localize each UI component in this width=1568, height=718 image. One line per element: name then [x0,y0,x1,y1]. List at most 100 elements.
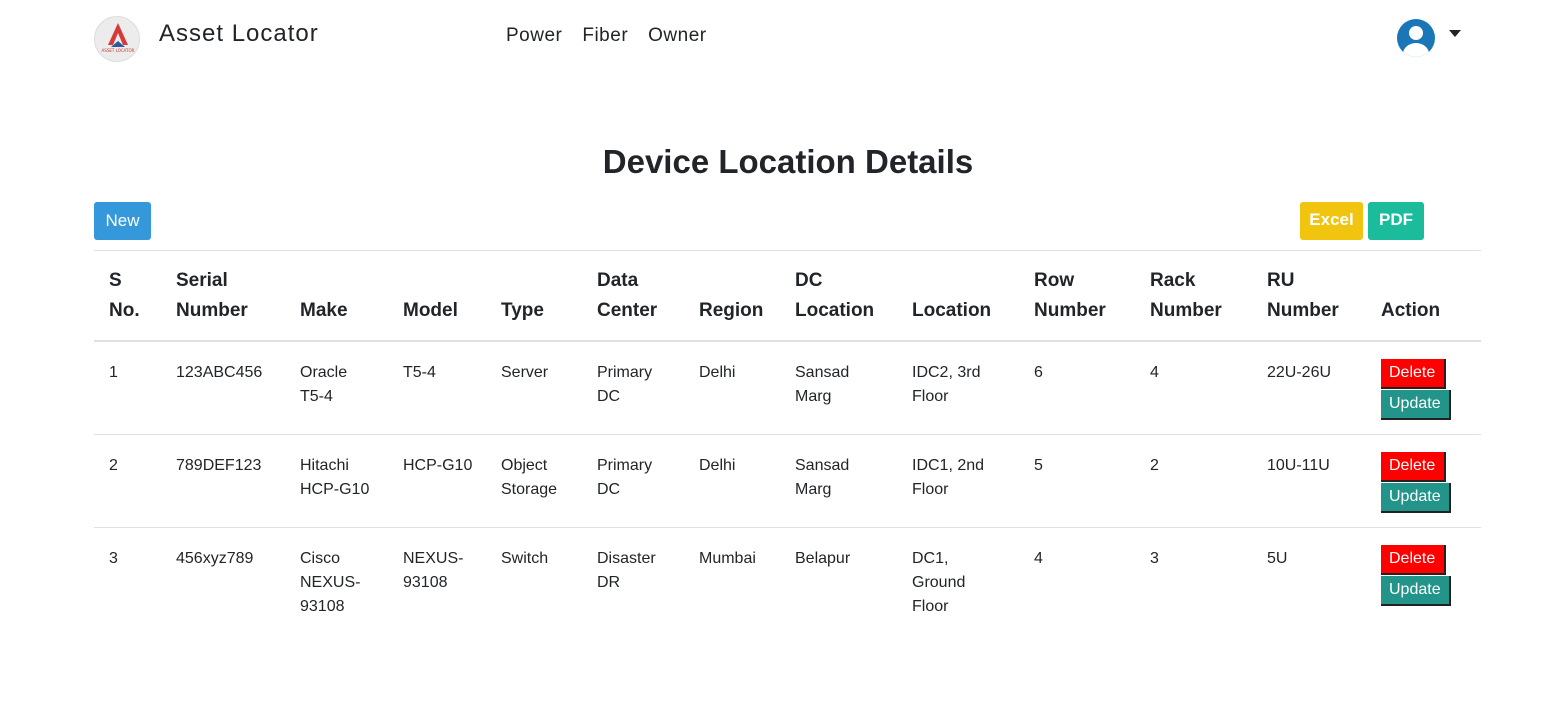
cell-location: DC1, Ground Floor [897,527,1019,620]
cell-action: Delete Update [1366,527,1481,620]
cell-text: Delhi [699,364,736,381]
cell-ru-number: 10U-11U [1252,434,1366,528]
caret-down-icon[interactable] [1449,30,1461,37]
header-label: No. [109,300,140,321]
device-table: S No. Serial Number Make Model Type Data Ce… [94,251,1481,620]
cell-location: IDC2, 3rd Floor [897,341,1019,435]
cell-type: Server [486,341,582,435]
cell-text: 3 [109,549,118,567]
cell-data-center: Disaster DR [582,527,684,620]
cell-text: NEXUS- [300,573,361,591]
header-label: Number [1267,300,1339,321]
cell-text: 2 [1150,456,1159,474]
export-excel-button[interactable]: Excel [1300,202,1363,240]
cell-serial-number: 456xyz789 [161,527,285,620]
asset-locator-logo-icon: ASSET LOCATOR [102,23,135,53]
cell-text: 5U [1267,549,1288,567]
cell-text: Hitachi [300,456,349,474]
header-label: Action [1381,300,1441,321]
header-label: Number [1150,300,1222,321]
header-data-center[interactable]: Data Center [582,251,684,342]
cell-text: Server [501,364,549,381]
cell-text: T5-4 [300,388,333,405]
header-rack-number[interactable]: Rack Number [1135,251,1252,342]
page-title: Device Location Details [602,143,974,180]
cell-action: Delete Update [1366,341,1481,435]
cell-text: Marg [795,388,832,405]
cell-text: Marg [795,480,832,498]
cell-dc-location: Sansad Marg [780,341,897,435]
brand-logo[interactable]: ASSET LOCATOR [94,16,140,62]
cell-region: Delhi [684,341,780,435]
cell-model: HCP-G10 [388,434,486,528]
cell-text: Cisco [300,549,341,567]
logo-text: ASSET LOCATOR [102,48,135,53]
cell-row-number: 4 [1019,527,1135,620]
header-label: Make [300,300,348,321]
cell-text: 4 [1034,549,1043,567]
update-button[interactable]: Update [1381,390,1451,420]
cell-text: HCP-G10 [403,456,473,474]
cell-serial-number: 123ABC456 [161,341,285,435]
cell-text: Disaster [597,549,656,567]
cell-text: DC [597,388,621,405]
cell-make: Cisco NEXUS- 93108 [285,527,388,620]
new-button[interactable]: New [94,202,151,240]
cell-region: Mumbai [684,527,780,620]
cell-text: DC [597,480,621,498]
header-make[interactable]: Make [285,251,388,342]
user-avatar-icon[interactable] [1395,17,1437,59]
cell-ru-number: 5U [1252,527,1366,620]
export-pdf-button[interactable]: PDF [1368,202,1424,240]
cell-text: Object [501,456,548,474]
header-row-number[interactable]: Row Number [1019,251,1135,342]
header-label: Location [795,300,875,321]
cell-text: 4 [1150,364,1159,381]
header-model[interactable]: Model [388,251,486,342]
cell-text: DC1, [912,549,949,567]
update-button[interactable]: Update [1381,482,1451,513]
delete-button[interactable]: Delete [1381,544,1446,575]
cell-model: T5-4 [388,341,486,435]
nav-power[interactable]: Power [506,25,562,47]
header-serial-number[interactable]: Serial Number [161,251,285,342]
cell-make: Hitachi HCP-G10 [285,434,388,528]
cell-text: IDC2, 3rd [912,364,981,381]
header-label: Model [403,300,458,321]
header-label: Region [699,300,764,321]
update-button[interactable]: Update [1381,575,1451,606]
header-type[interactable]: Type [486,251,582,342]
cell-serial-number: 789DEF123 [161,434,285,528]
cell-text: Floor [912,388,949,405]
header-dc-location[interactable]: DC Location [780,251,897,342]
header-s-no[interactable]: S No. [94,251,161,342]
header-label: Data [597,270,639,291]
cell-text: Delhi [699,456,736,474]
header-label: S [109,270,122,291]
header-label: Row [1034,270,1075,291]
header-label: Number [176,300,248,321]
cell-rack-number: 3 [1135,527,1252,620]
cell-text: 2 [109,456,118,474]
header-ru-number[interactable]: RU Number [1252,251,1366,342]
header-label: RU [1267,270,1295,291]
cell-text: 1 [109,364,118,381]
delete-button[interactable]: Delete [1381,451,1446,482]
cell-text: T5-4 [403,364,436,381]
brand-name[interactable]: Asset Locator [159,20,319,48]
header-location[interactable]: Location [897,251,1019,342]
cell-text: Belapur [795,549,851,567]
delete-button[interactable]: Delete [1381,359,1446,389]
cell-text: 789DEF123 [176,456,262,474]
cell-text: IDC1, 2nd [912,456,985,474]
header-label: Type [501,300,544,321]
nav-owner[interactable]: Owner [648,25,706,47]
cell-text: 10U-11U [1267,456,1330,474]
header-label: Number [1034,300,1106,321]
header-region[interactable]: Region [684,251,780,342]
cell-model: NEXUS- 93108 [388,527,486,620]
cell-text: Storage [501,480,558,498]
cell-rack-number: 2 [1135,434,1252,528]
cell-dc-location: Sansad Marg [780,434,897,528]
nav-fiber[interactable]: Fiber [582,25,628,47]
